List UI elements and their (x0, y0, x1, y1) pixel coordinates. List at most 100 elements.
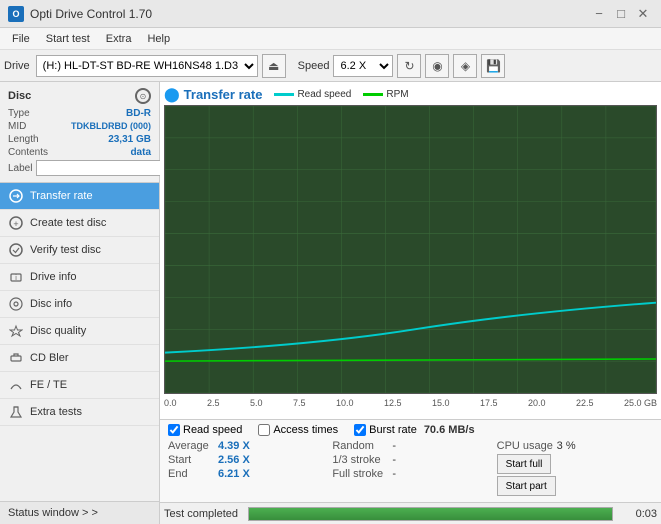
mid-value: TDKBLDRBD (000) (71, 121, 151, 132)
nav-cd-bler-label: CD Bler (30, 352, 69, 364)
length-label: Length (8, 134, 39, 145)
average-label: Average (168, 440, 218, 452)
nav-disc-info[interactable]: Disc info (0, 291, 159, 318)
disc-icon: ⊙ (135, 88, 151, 104)
eject-button[interactable]: ⏏ (262, 54, 286, 78)
length-value: 23,31 GB (108, 134, 151, 145)
nav-fe-te[interactable]: FE / TE (0, 372, 159, 399)
stats-col-3: CPU usage 3 % Start full Start part (497, 440, 653, 498)
disc-info-icon (8, 296, 24, 312)
x-label-75: 7.5 (293, 398, 306, 408)
menu-extra[interactable]: Extra (98, 31, 140, 47)
read-speed-checkbox[interactable] (168, 424, 180, 436)
average-value: 4.39 X (218, 440, 258, 452)
stat-full-stroke: Full stroke - (332, 468, 488, 480)
nav-verify-test-disc-label: Verify test disc (30, 244, 101, 256)
toolbar: Drive (H:) HL-DT-ST BD-RE WH16NS48 1.D3 … (0, 50, 661, 82)
close-button[interactable]: ✕ (633, 4, 653, 24)
start-part-button[interactable]: Start part (497, 476, 556, 496)
label-input[interactable] (36, 160, 170, 176)
cpu-usage-label: CPU usage (497, 440, 557, 452)
legend-rpm: RPM (363, 89, 408, 100)
x-label-0: 0.0 (164, 398, 177, 408)
label-label: Label (8, 163, 32, 174)
start-value: 2.56 X (218, 454, 258, 466)
stat-start: Start 2.56 X (168, 454, 324, 466)
nav-drive-info[interactable]: i Drive info (0, 264, 159, 291)
speed-select[interactable]: 6.2 X (333, 55, 393, 77)
nav-disc-quality[interactable]: Disc quality (0, 318, 159, 345)
mid-label: MID (8, 121, 26, 132)
start-full-button[interactable]: Start full (497, 454, 552, 474)
contents-label: Contents (8, 147, 48, 158)
progress-bar-fill (249, 508, 612, 520)
drive-select[interactable]: (H:) HL-DT-ST BD-RE WH16NS48 1.D3 (36, 55, 258, 77)
status-window-label: Status window > > (8, 507, 98, 519)
drive-label: Drive (4, 60, 30, 72)
refresh-button[interactable]: ↻ (397, 54, 421, 78)
stat-average: Average 4.39 X (168, 440, 324, 452)
chart-header: ⬤ Transfer rate Read speed RPM (164, 86, 657, 103)
stat-start-part-row: Start part (497, 476, 653, 496)
cpu-usage-value: 3 % (557, 440, 577, 452)
chart-title-text: Transfer rate (184, 87, 263, 102)
stat-cpu: CPU usage 3 % (497, 440, 653, 452)
stat-random: Random - (332, 440, 488, 452)
legend-read-speed-label: Read speed (297, 89, 351, 100)
legend-read-speed: Read speed (274, 89, 351, 100)
nav-verify-test-disc[interactable]: Verify test disc (0, 237, 159, 264)
end-value: 6.21 X (218, 468, 258, 480)
nav-cd-bler[interactable]: CD Bler (0, 345, 159, 372)
random-label: Random (332, 440, 392, 452)
access-times-checkbox-item: Access times (258, 424, 338, 436)
app-icon: O (8, 6, 24, 22)
nav-fe-te-label: FE / TE (30, 379, 67, 391)
save-button[interactable]: 💾 (481, 54, 505, 78)
content-area: ⬤ Transfer rate Read speed RPM (160, 82, 661, 524)
maximize-button[interactable]: □ (611, 4, 631, 24)
disc-panel: Disc ⊙ Type BD-R MID TDKBLDRBD (000) Len… (0, 82, 159, 183)
nav-extra-tests[interactable]: Extra tests (0, 399, 159, 426)
progress-bar (248, 507, 613, 521)
burst-rate-value: 70.6 MB/s (424, 424, 475, 436)
app-title: Opti Drive Control 1.70 (30, 7, 587, 21)
menu-start-test[interactable]: Start test (38, 31, 98, 47)
checkboxes-row: Read speed Access times Burst rate 70.6 … (168, 424, 653, 436)
x-label-200: 20.0 (528, 398, 546, 408)
toolbar-btn2[interactable]: ◈ (453, 54, 477, 78)
sidebar: Disc ⊙ Type BD-R MID TDKBLDRBD (000) Len… (0, 82, 160, 524)
menu-help[interactable]: Help (139, 31, 178, 47)
burst-rate-checkbox[interactable] (354, 424, 366, 436)
nav-create-test-disc[interactable]: + Create test disc (0, 210, 159, 237)
menu-bar: File Start test Extra Help (0, 28, 661, 50)
x-label-250: 25.0 GB (624, 398, 657, 408)
transfer-rate-chart: 18X 16X 14X 12X 10X 8X 6X 4X 2X 0.0 (164, 105, 657, 394)
access-times-checkbox[interactable] (258, 424, 270, 436)
title-bar: O Opti Drive Control 1.70 − □ ✕ (0, 0, 661, 28)
random-value: - (392, 440, 412, 452)
stat-end: End 6.21 X (168, 468, 324, 480)
status-bar: Test completed 0:03 (160, 502, 661, 524)
nav-transfer-rate[interactable]: Transfer rate (0, 183, 159, 210)
stroke-1-3-label: 1/3 stroke (332, 454, 392, 466)
status-text: Test completed (164, 508, 244, 520)
stat-stroke-1-3: 1/3 stroke - (332, 454, 488, 466)
stats-col-2: Random - 1/3 stroke - Full stroke - (332, 440, 488, 498)
legend-read-speed-color (274, 93, 294, 96)
nav-create-test-disc-label: Create test disc (30, 217, 106, 229)
nav-drive-info-label: Drive info (30, 271, 76, 283)
type-value: BD-R (126, 108, 151, 119)
minimize-button[interactable]: − (589, 4, 609, 24)
toolbar-btn1[interactable]: ◉ (425, 54, 449, 78)
main-layout: Disc ⊙ Type BD-R MID TDKBLDRBD (000) Len… (0, 82, 661, 524)
speed-label: Speed (298, 60, 330, 72)
x-label-225: 22.5 (576, 398, 594, 408)
stroke-1-3-value: - (392, 454, 412, 466)
menu-file[interactable]: File (4, 31, 38, 47)
burst-rate-checkbox-item: Burst rate 70.6 MB/s (354, 424, 474, 436)
contents-value: data (130, 147, 151, 158)
status-window-button[interactable]: Status window > > (0, 501, 159, 524)
burst-rate-checkbox-label: Burst rate (369, 424, 417, 436)
fe-te-icon (8, 377, 24, 393)
read-speed-checkbox-item: Read speed (168, 424, 242, 436)
